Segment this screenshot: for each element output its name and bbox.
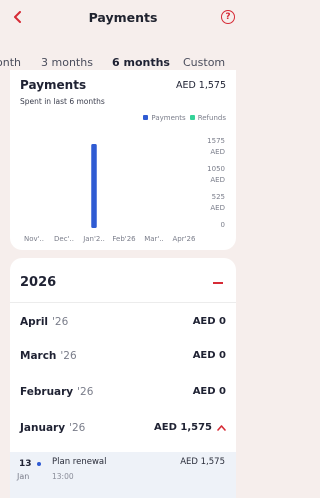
timeline-dot-icon bbox=[37, 462, 41, 466]
year-heading: 2026 bbox=[20, 275, 57, 290]
y-tick-label: 0 bbox=[221, 221, 225, 229]
y-tick-label: 525 bbox=[212, 193, 225, 201]
tab-1-month[interactable]: onth bbox=[0, 56, 21, 69]
tab-custom[interactable]: Custom bbox=[183, 56, 225, 69]
page-title: Payments bbox=[88, 10, 158, 25]
month-amount: AED 1,575 bbox=[154, 422, 212, 433]
tab-6-months[interactable]: 6 months bbox=[112, 56, 170, 69]
x-tick-label: Nov'.. bbox=[24, 235, 44, 243]
y-tick-unit: AED bbox=[210, 204, 225, 212]
month-row-april[interactable]: April '26 AED 0 bbox=[20, 316, 226, 336]
year-section-card: 2026 April '26 AED 0 March '26 AED 0 Febru… bbox=[10, 258, 236, 498]
x-tick-label: Feb'26 bbox=[112, 235, 136, 243]
x-tick-label: Jan'2.. bbox=[82, 235, 105, 243]
tab-3-months[interactable]: 3 months bbox=[41, 56, 93, 69]
collapse-minus-icon[interactable] bbox=[213, 282, 223, 284]
help-icon: ? bbox=[225, 12, 231, 22]
y-tick-label: 1575 bbox=[207, 137, 225, 145]
month-amount: AED 0 bbox=[192, 316, 226, 327]
txn-name: Plan renewal bbox=[52, 457, 107, 467]
month-row-january[interactable]: January '26 AED 1,575 bbox=[20, 422, 226, 442]
month-name: January '26 bbox=[20, 422, 86, 434]
payments-chart: Nov'.. Dec'.. Jan'2.. Feb'26 Mar'.. Apr'26 157… bbox=[24, 137, 225, 243]
month-amount: AED 0 bbox=[192, 350, 226, 361]
month-row-march[interactable]: March '26 AED 0 bbox=[20, 350, 226, 370]
y-tick-unit: AED bbox=[210, 148, 225, 156]
month-name: April '26 bbox=[20, 316, 69, 328]
y-tick-label: 1050 bbox=[207, 165, 225, 173]
x-tick-label: Dec'.. bbox=[54, 235, 74, 243]
divider bbox=[10, 302, 236, 303]
bar-payments-2 bbox=[91, 144, 97, 228]
txn-day: 13 bbox=[19, 459, 32, 469]
help-button[interactable]: ? bbox=[221, 10, 235, 24]
y-tick-unit: AED bbox=[210, 176, 225, 184]
month-row-february[interactable]: February '26 AED 0 bbox=[20, 386, 226, 406]
month-name: February '26 bbox=[20, 386, 94, 398]
txn-amount: AED 1,575 bbox=[180, 457, 225, 467]
month-amount: AED 0 bbox=[192, 386, 226, 397]
header-bar: Payments ? bbox=[0, 0, 246, 40]
x-tick-label: Apr'26 bbox=[173, 235, 196, 243]
transaction-row[interactable]: 13 Jan Plan renewal 13:00 AED 1,575 bbox=[10, 452, 236, 498]
payments-summary-card: Payments AED 1,575 Spent in last 6 month… bbox=[10, 70, 236, 250]
month-name: March '26 bbox=[20, 350, 77, 362]
x-tick-label: Mar'.. bbox=[144, 235, 164, 243]
chevron-up-icon[interactable] bbox=[217, 422, 226, 437]
